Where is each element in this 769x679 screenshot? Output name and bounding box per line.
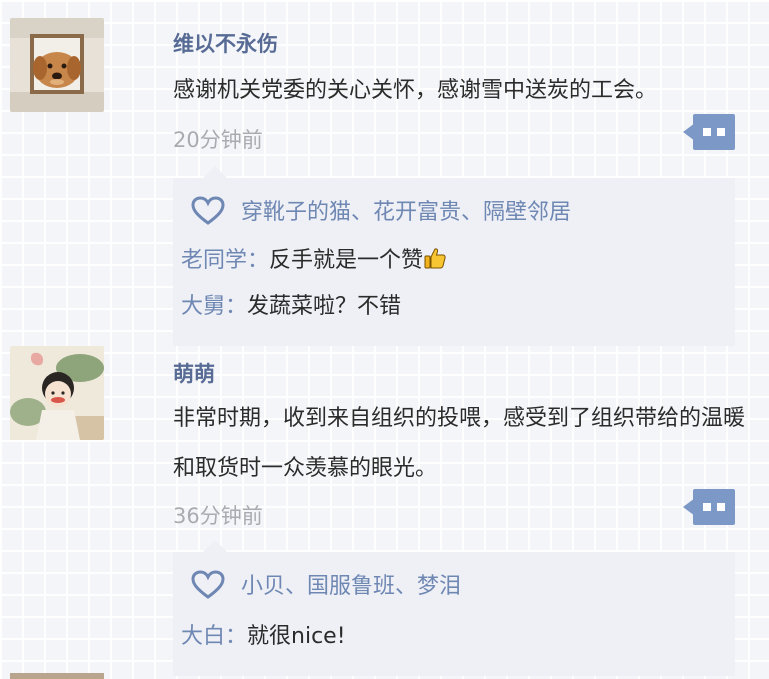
- avatar[interactable]: [10, 673, 104, 679]
- interaction-panel: 小贝、国服鲁班、梦泪 大白：就很nice!: [173, 540, 735, 676]
- comment-separator: ：: [225, 294, 248, 319]
- comment-separator: ：: [247, 248, 270, 273]
- moments-feed: 维以不永伤 感谢机关党委的关心关怀，感谢雪中送炭的工会。 20分钟前 穿靴子的猫…: [0, 0, 769, 679]
- comment-author[interactable]: 大舅: [181, 294, 225, 319]
- comment-separator: ：: [225, 624, 248, 649]
- thumbs-up-icon: [423, 246, 447, 270]
- avatar[interactable]: [10, 18, 104, 112]
- more-comment-icon[interactable]: [683, 488, 735, 526]
- comment-author[interactable]: 老同学: [181, 248, 247, 273]
- avatar[interactable]: [10, 346, 104, 440]
- post-username[interactable]: 维以不永伤: [173, 28, 278, 58]
- heart-icon[interactable]: [191, 196, 225, 226]
- post-timestamp: 36分钟前: [173, 504, 263, 528]
- comment-item[interactable]: 大白：就很nice!: [181, 618, 346, 650]
- comment-text: 反手就是一个赞: [269, 248, 424, 273]
- more-comment-icon[interactable]: [683, 113, 735, 151]
- interaction-panel: 穿靴子的猫、花开富贵、隔壁邻居 老同学：反手就是一个赞 大舅：发蔬菜啦？不错: [173, 166, 735, 346]
- post-content: 非常时期，收到来自组织的投喂，感受到了组织带给的温暖和取货时一众羡慕的眼光。: [173, 406, 746, 481]
- comment-author[interactable]: 大白: [181, 624, 225, 649]
- likes-names[interactable]: 小贝、国服鲁班、梦泪: [241, 568, 461, 600]
- heart-icon[interactable]: [191, 570, 225, 600]
- post-username[interactable]: 萌萌: [173, 358, 215, 388]
- comment-text: 就很nice!: [247, 624, 346, 649]
- comment-text: 发蔬菜啦？不错: [247, 294, 402, 319]
- post-content: 感谢机关党委的关心关怀，感谢雪中送炭的工会。: [173, 78, 658, 103]
- comment-item[interactable]: 大舅：发蔬菜啦？不错: [181, 288, 401, 320]
- post-timestamp: 20分钟前: [173, 128, 263, 152]
- likes-names[interactable]: 穿靴子的猫、花开富贵、隔壁邻居: [241, 194, 571, 226]
- comment-item[interactable]: 老同学：反手就是一个赞: [181, 242, 447, 274]
